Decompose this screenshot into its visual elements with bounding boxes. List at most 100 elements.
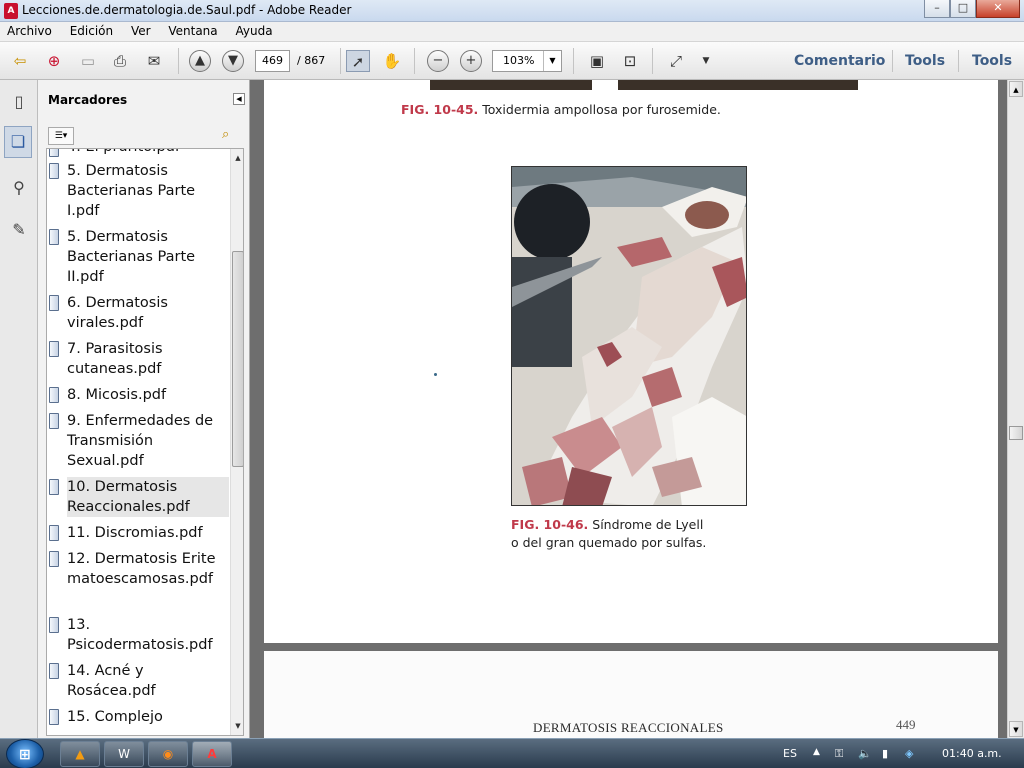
bookmark-scrollbar[interactable]: ▲ ▼ — [230, 149, 243, 735]
volume-icon[interactable]: 🔈 — [858, 747, 872, 760]
tools-link-2[interactable]: Tools — [972, 53, 1012, 69]
toolbar-divider — [892, 50, 893, 72]
window-title: Lecciones.de.dermatologia.de.Saul.pdf - … — [22, 3, 352, 17]
signatures-icon[interactable]: ✎ — [8, 218, 30, 242]
options-menu-icon[interactable]: ☰▾ — [48, 127, 74, 145]
caption-text: Síndrome de Lyell — [588, 517, 704, 532]
dropbox-icon[interactable]: ◈ — [905, 747, 913, 760]
bookmarks-icon[interactable]: ❏ — [4, 126, 32, 158]
minimize-button[interactable]: – — [924, 0, 950, 18]
close-button[interactable]: ✕ — [976, 0, 1020, 18]
comentario-link[interactable]: Comentario — [794, 53, 885, 69]
word-icon[interactable]: W — [104, 741, 144, 767]
menu-ventana[interactable]: Ventana — [161, 22, 224, 38]
bookmark-icon — [49, 551, 59, 567]
page-number: 449 — [896, 717, 916, 732]
fit-width-icon[interactable]: ⊡ — [618, 50, 642, 72]
scrollbar-thumb[interactable] — [232, 251, 243, 467]
bookmarks-toolbar: ☰▾ ⌕ — [48, 127, 243, 147]
scroll-up-icon[interactable]: ▲ — [232, 151, 243, 165]
zoom-select[interactable]: 103% ▼ — [492, 50, 562, 72]
language-indicator[interactable]: ES — [783, 747, 797, 760]
bookmark-item[interactable]: 8. Micosis.pdf — [67, 385, 229, 405]
bookmark-item[interactable]: 15. Complejo — [67, 707, 229, 727]
bookmark-item[interactable]: 6. Dermatosis virales.pdf — [67, 293, 229, 333]
menu-edicion[interactable]: Edición — [63, 22, 120, 38]
clinical-photo — [511, 166, 747, 506]
tools-link[interactable]: Tools — [905, 53, 945, 69]
patient-photo-illustration — [512, 167, 746, 505]
bookmark-icon — [49, 617, 59, 633]
zoom-in-icon[interactable]: + — [460, 50, 482, 72]
previous-figure-edge — [618, 80, 858, 90]
adobe-reader-window: A Lecciones.de.dermatologia.de.Saul.pdf … — [0, 0, 1024, 768]
save-icon[interactable]: ▭ — [76, 50, 100, 72]
taskbar: ⊞ ▲ W ◉ A ES ▲ ⚿ 🔈 ▮ ◈ 01:40 a.m. — [0, 738, 1024, 768]
scroll-down-icon[interactable]: ▼ — [232, 719, 243, 733]
previous-page-icon[interactable]: ▲ — [189, 50, 211, 72]
scroll-up-icon[interactable]: ▲ — [1009, 81, 1023, 97]
network-icon[interactable]: ▮ — [882, 747, 888, 760]
toolbar-options-icon[interactable]: ▼ — [694, 50, 718, 72]
email-icon[interactable]: ✉ — [142, 50, 166, 72]
print-icon[interactable]: ⎙ — [108, 50, 132, 72]
bookmark-item[interactable]: 4. El prurito.pdf — [67, 149, 229, 157]
bookmark-list: 4. El prurito.pdf 5. Dermatosis Bacteria… — [46, 148, 244, 736]
bookmark-item[interactable]: 5. Dermatosis Bacterianas Parte II.pdf — [67, 227, 229, 287]
running-head: DERMATOSIS REACCIONALES — [533, 720, 724, 735]
bookmark-icon — [49, 413, 59, 429]
menu-ver[interactable]: Ver — [124, 22, 158, 38]
start-button[interactable]: ⊞ — [6, 739, 44, 768]
bookmark-icon — [49, 295, 59, 311]
bookmark-item[interactable]: 11. Discromias.pdf — [67, 523, 229, 543]
document-scrollbar[interactable]: ▲ ▼ — [1007, 80, 1024, 738]
find-bookmark-icon[interactable]: ⌕ — [222, 127, 242, 145]
bookmark-item[interactable]: 5. Dermatosis Bacterianas Parte I.pdf — [67, 161, 229, 221]
bookmark-item[interactable]: 13. Psicodermatosis.pdf — [67, 615, 213, 655]
bookmark-item[interactable]: 9. Enfermedades de Transmisión Sexual.pd… — [67, 411, 229, 471]
pdf-page: FIG. 10-45. Toxidermia ampollosa por fur… — [264, 80, 998, 643]
bookmark-item-selected[interactable]: 10. Dermatosis Reaccionales.pdf — [67, 477, 229, 517]
scroll-down-icon[interactable]: ▼ — [1009, 721, 1023, 737]
document-view[interactable]: FIG. 10-45. Toxidermia ampollosa por fur… — [250, 80, 1007, 738]
clock[interactable]: 01:40 a.m. — [942, 747, 1002, 760]
zoom-out-icon[interactable]: − — [427, 50, 449, 72]
collapse-panel-icon[interactable]: ◀ — [233, 93, 245, 105]
bookmark-icon — [49, 479, 59, 495]
bookmark-icon — [49, 709, 59, 725]
page-thumbnails-icon[interactable]: ▯ — [8, 90, 30, 114]
bookmark-item[interactable]: 14. Acné y Rosácea.pdf — [67, 661, 167, 701]
chevron-down-icon[interactable]: ▼ — [543, 51, 561, 71]
open-icon[interactable]: ⇦ — [8, 50, 32, 72]
bookmark-item[interactable]: 12. Dermatosis Eritematoescamosas.pdf — [67, 549, 229, 589]
firefox-icon[interactable]: ◉ — [148, 741, 188, 767]
bookmark-icon — [49, 341, 59, 357]
safely-remove-icon[interactable]: ⚿ — [835, 747, 843, 761]
next-page-icon[interactable]: ▼ — [222, 50, 244, 72]
pdf-page: DERMATOSIS REACCIONALES 449 — [264, 651, 998, 738]
bookmark-item[interactable]: 7. Parasitosis cutaneas.pdf — [67, 339, 229, 379]
bookmark-icon — [49, 229, 59, 245]
menu-ayuda[interactable]: Ayuda — [228, 22, 279, 38]
show-hidden-icons-icon[interactable]: ▲ — [813, 747, 820, 757]
toolbar-divider — [652, 48, 653, 74]
bookmark-icon — [49, 663, 59, 679]
full-screen-icon[interactable]: ⤢ — [664, 50, 688, 72]
hand-tool-icon[interactable]: ✋ — [380, 50, 404, 72]
menu-archivo[interactable]: Archivo — [0, 22, 59, 38]
maximize-button[interactable]: □ — [950, 0, 976, 18]
select-tool-icon[interactable]: ➚ — [346, 50, 370, 72]
toolbar-divider — [340, 48, 341, 74]
adobe-reader-icon[interactable]: A — [192, 741, 232, 767]
vlc-icon[interactable]: ▲ — [60, 741, 100, 767]
figure-caption: FIG. 10-46. Síndrome de Lyell o del gran… — [511, 516, 706, 552]
menu-bar: Archivo Edición Ver Ventana Ayuda — [0, 22, 1024, 42]
toolbar: ⇦ ⊕ ▭ ⎙ ✉ ▲ ▼ 469 / 867 ➚ ✋ − + 103% ▼ ▣… — [0, 42, 1024, 80]
fit-page-icon[interactable]: ▣ — [585, 50, 609, 72]
navigation-pane: ▯ ❏ ⚲ ✎ — [0, 80, 38, 738]
page-number-input[interactable]: 469 — [255, 50, 290, 72]
scrollbar-thumb[interactable] — [1009, 426, 1023, 440]
figure-number: FIG. 10-46. — [511, 517, 589, 532]
create-pdf-icon[interactable]: ⊕ — [42, 50, 66, 72]
attachments-icon[interactable]: ⚲ — [8, 176, 30, 200]
